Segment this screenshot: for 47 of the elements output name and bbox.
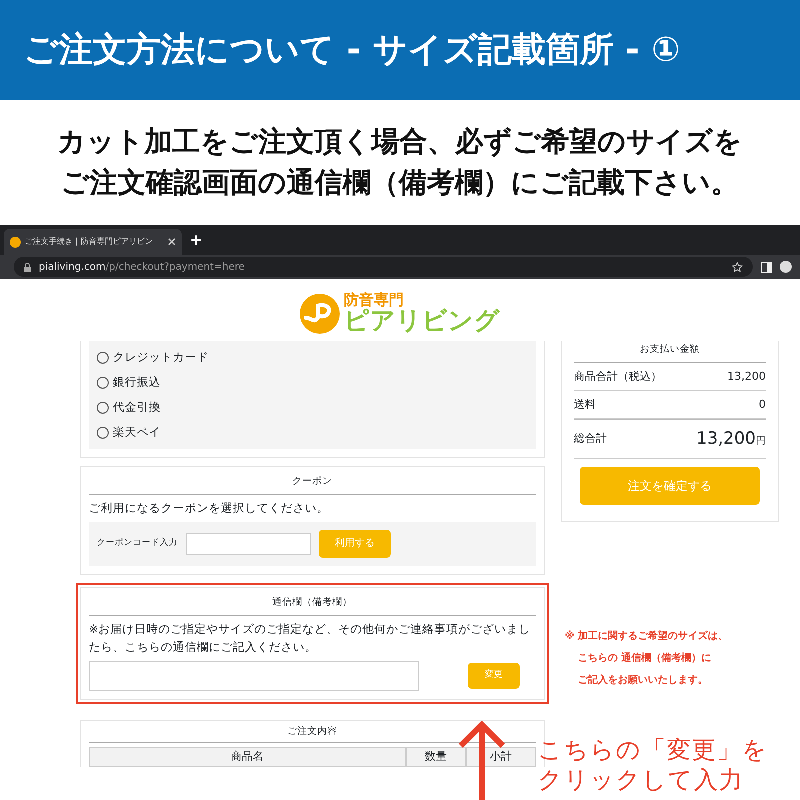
annotation-text: こちらの 通信欄（備考欄）に [577,652,712,666]
section-heading: 通信欄（備考欄） [89,588,536,616]
summary-value: 0 [759,396,766,412]
star-icon[interactable] [732,262,743,272]
close-icon[interactable] [168,238,176,246]
logo-subtitle: 防音専門 [344,293,405,308]
coupon-code-label: クーポンコード入力 [97,537,178,550]
column-header: 商品名 [89,746,406,767]
payment-option[interactable]: 代金引換 [97,395,528,420]
banner-title: ご注文方法について - サイズ記載箇所 - ① [24,28,680,72]
instruction-text: ご注文確認画面の通信欄（備考欄）にご記載下さい。 [61,164,739,200]
payment-option[interactable]: クレジットカード [97,345,528,370]
logo-name: ピアリビング [344,308,500,335]
radio-button[interactable] [97,352,109,364]
side-panel-icon[interactable] [761,262,772,272]
total-amount: 13,200円 [696,428,766,450]
callout-text: こちらの「変更」を [538,735,768,765]
summary-label: 商品合計（税込） [574,368,662,384]
section-heading: ご注文内容 [89,720,536,743]
url-text: pialiving.com/p/checkout?payment=here [39,260,246,274]
radio-button[interactable] [97,376,109,388]
browser-tab[interactable]: ご注文手続き | 防音専門ピアリビン [4,229,182,255]
site-favicon-icon [10,236,21,248]
annotation-text: ※ 加工に関するご希望のサイズは、 [565,630,730,644]
coupon-code-field[interactable] [186,532,311,555]
lock-icon [24,262,31,272]
logo-icon [300,294,340,334]
section-heading: お支払い金額 [574,341,766,364]
notes-field[interactable] [89,660,419,691]
payment-option[interactable]: 銀行振込 [97,370,528,395]
notes-instruction: ※お届け日時のご指定やサイズのご指定など、その他何かご連絡事項がございましたら、こちらの通信欄にご記入ください。 [89,620,532,656]
coupon-instruction: ご利用になるクーポンを選択してください。 [89,500,330,518]
callout-text: クリックして入力 [538,765,745,795]
summary-value: 13,200 [728,368,766,384]
radio-button[interactable] [97,426,109,438]
summary-label: 送料 [574,396,596,412]
annotation-text: ご記入をお願いいたします。 [577,674,709,688]
radio-button[interactable] [97,402,109,414]
column-header: 数量 [406,746,466,767]
instruction-text: カット加工をご注文頂く場合、必ずご希望のサイズを [58,124,742,160]
address-bar[interactable]: pialiving.com/p/checkout?payment=here [14,257,753,277]
section-heading: クーポン [89,467,536,496]
profile-avatar-icon[interactable] [780,261,792,273]
total-label: 総合計 [574,431,607,447]
column-header: 小計 [466,746,536,767]
payment-option[interactable]: 楽天ペイ [97,420,528,445]
new-tab-button[interactable]: + [190,228,203,252]
